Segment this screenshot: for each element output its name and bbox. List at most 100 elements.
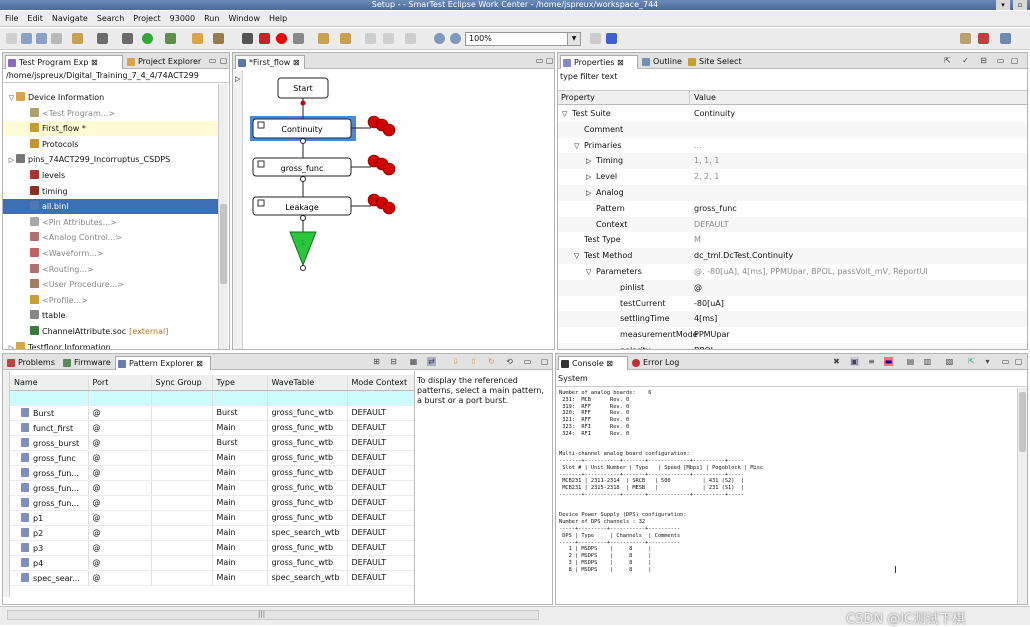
nav-icon[interactable] xyxy=(365,33,376,44)
table-row[interactable]: gross_fun... @ Main gross_func_wtb DEFAULT xyxy=(10,495,414,511)
build-icon[interactable] xyxy=(72,33,83,44)
property-value[interactable]: -80[uA] xyxy=(694,296,724,312)
tab-console[interactable]: Console ⊠ xyxy=(558,356,628,370)
settings-icon[interactable] xyxy=(293,33,304,44)
tree-item[interactable]: ttable xyxy=(3,308,218,323)
column-header[interactable]: Mode Context xyxy=(347,375,414,391)
property-row[interactable]: polarity BPOL xyxy=(558,343,1027,349)
edit-icon[interactable] xyxy=(213,33,224,44)
refresh-icon[interactable]: ↻ xyxy=(487,357,496,366)
expand-toggle-icon[interactable]: ▷ xyxy=(586,185,591,201)
property-row[interactable]: ▽ Parameters @, -80[uA], 4[ms], PPMUpar, B… xyxy=(558,264,1027,280)
column-header[interactable]: Name xyxy=(10,375,89,391)
menu-item-project[interactable]: Project xyxy=(133,14,160,23)
tree-item[interactable]: <Waveform...> xyxy=(3,246,218,261)
save-all-icon[interactable] xyxy=(36,33,47,44)
maximize-icon[interactable]: ▢ xyxy=(1010,56,1019,65)
export-icon[interactable]: ⇧ xyxy=(469,357,478,366)
bin-icon[interactable] xyxy=(367,193,396,215)
clear-icon[interactable]: ✖ xyxy=(832,357,841,366)
tree-item[interactable]: ▷ Testfloor Information xyxy=(3,340,218,349)
property-value[interactable]: dc_tml.DcTest.Continuity xyxy=(694,248,793,264)
table-row[interactable]: gross_fun... @ Main gross_func_wtb DEFAULT xyxy=(10,480,414,496)
property-row[interactable]: settlingTime 4[ms] xyxy=(558,311,1027,328)
run-icon[interactable] xyxy=(142,33,153,44)
expand-toggle-icon[interactable]: ▽ xyxy=(7,91,16,106)
property-value[interactable]: @ xyxy=(694,280,702,296)
menu-item-run[interactable]: Run xyxy=(204,14,219,23)
tab-test-program-explorer[interactable]: Test Program Exp ⊠ xyxy=(5,55,123,69)
tab-outline[interactable]: Outline xyxy=(640,55,686,69)
menu-item-file[interactable]: File xyxy=(5,14,18,23)
stop-icon[interactable] xyxy=(276,33,287,44)
property-value[interactable]: Continuity xyxy=(694,106,735,122)
tree-item[interactable]: <Routing...> xyxy=(3,262,218,277)
tree-item[interactable]: ChannelAttribute.soc [external] xyxy=(3,324,218,339)
expand-toggle-icon[interactable]: ▷ xyxy=(586,169,591,185)
perspective2-icon[interactable] xyxy=(978,33,989,44)
property-value[interactable]: gross_func xyxy=(694,201,737,217)
tab-firmware[interactable]: Firmware xyxy=(61,356,115,370)
pin-console-icon[interactable]: ▤ xyxy=(906,357,915,366)
tab-problems[interactable]: Problems xyxy=(5,356,61,370)
maximize-icon[interactable]: ▢ xyxy=(540,357,549,366)
tree-item[interactable]: all.binl xyxy=(3,199,218,215)
table-row[interactable]: p4 @ Main gross_func_wtb DEFAULT xyxy=(10,555,414,571)
table-row[interactable]: Burst @ Burst gross_func_wtb DEFAULT xyxy=(10,405,414,421)
tree-item[interactable]: <Pin Attributes...> xyxy=(3,215,218,230)
expand-toggle-icon[interactable]: ▽ xyxy=(574,138,579,154)
check-icon[interactable] xyxy=(590,33,601,44)
check-icon[interactable]: ✓ xyxy=(961,56,970,65)
wand-icon[interactable] xyxy=(318,33,329,44)
zoom-combo[interactable]: 100% ▼ xyxy=(465,32,581,46)
forward-icon[interactable] xyxy=(405,33,416,44)
property-value[interactable]: PPMUpar xyxy=(694,327,730,343)
column-header[interactable]: Type xyxy=(212,375,268,391)
table-row[interactable]: gross_burst @ Burst gross_func_wtb DEFAULT xyxy=(10,435,414,451)
arrow-icon[interactable] xyxy=(340,33,351,44)
expand-toggle-icon[interactable]: ▽ xyxy=(562,106,567,122)
chevron-right-icon[interactable]: ▷ xyxy=(235,75,240,83)
pin-view-icon[interactable]: ⇱ xyxy=(943,56,952,65)
minimize-icon[interactable]: ▭ xyxy=(523,357,532,366)
tree-scrollbar[interactable] xyxy=(218,84,228,349)
flow-canvas[interactable]: Start Continuity gross_func Leakage 1 xyxy=(243,70,555,350)
menu-item-search[interactable]: Search xyxy=(97,14,124,23)
filter-icon[interactable]: ▦ xyxy=(409,357,418,366)
new-icon[interactable] xyxy=(6,33,17,44)
property-row[interactable]: ▽ Primaries... xyxy=(558,137,1027,154)
cut-icon[interactable] xyxy=(259,33,270,44)
pin-icon[interactable] xyxy=(242,33,253,44)
menu-item-edit[interactable]: Edit xyxy=(27,14,43,23)
expand-icon[interactable] xyxy=(257,199,265,207)
tab-site-select[interactable]: Site Select xyxy=(686,55,746,69)
property-row[interactable]: ▽ Test Suite Continuity xyxy=(558,106,1027,122)
tree-item[interactable]: <User Procedure...> xyxy=(3,277,218,292)
link-icon[interactable]: ⇄ xyxy=(427,357,436,366)
maximize-icon[interactable]: ▢ xyxy=(219,56,228,65)
property-value[interactable]: 2, 2, 1 xyxy=(694,169,719,185)
menu-item-93000[interactable]: 93000 xyxy=(170,14,195,23)
tree-item[interactable]: ▷ pins_74ACT299_Incorruptus_CSDPS xyxy=(3,152,218,167)
table-row[interactable] xyxy=(10,390,414,406)
tab-project-explorer[interactable]: Project Explorer xyxy=(125,55,201,69)
minimize-button[interactable]: ▾ xyxy=(996,0,1010,10)
menu-item-navigate[interactable]: Navigate xyxy=(52,14,88,23)
perspective-icon[interactable] xyxy=(960,33,971,44)
scroll-thumb[interactable] xyxy=(220,204,227,284)
tab-first-flow[interactable]: *First_flow ⊠ xyxy=(235,55,305,69)
perspective3-icon[interactable] xyxy=(1000,33,1011,44)
table-row[interactable]: funct_first @ Main gross_func_wtb DEFAULT xyxy=(10,420,414,436)
expand-toggle-icon[interactable]: ▷ xyxy=(586,153,591,169)
tree-item[interactable]: <Test Program...> xyxy=(3,106,218,121)
maximize-icon[interactable]: ▢ xyxy=(545,56,554,65)
column-header[interactable]: WaveTable xyxy=(267,375,348,391)
menu-item-help[interactable]: Help xyxy=(269,14,287,23)
tree-item[interactable]: timing xyxy=(3,184,218,199)
table-row[interactable]: p3 @ Main gross_func_wtb DEFAULT xyxy=(10,540,414,556)
palette-toggle[interactable]: ▷ xyxy=(233,70,243,349)
maximize-icon[interactable]: ▢ xyxy=(1014,357,1023,366)
column-header[interactable]: Sync Group xyxy=(151,375,213,391)
property-value[interactable]: DEFAULT xyxy=(694,217,729,233)
table-row[interactable]: gross_fun... @ Main gross_func_wtb DEFAULT xyxy=(10,465,414,481)
